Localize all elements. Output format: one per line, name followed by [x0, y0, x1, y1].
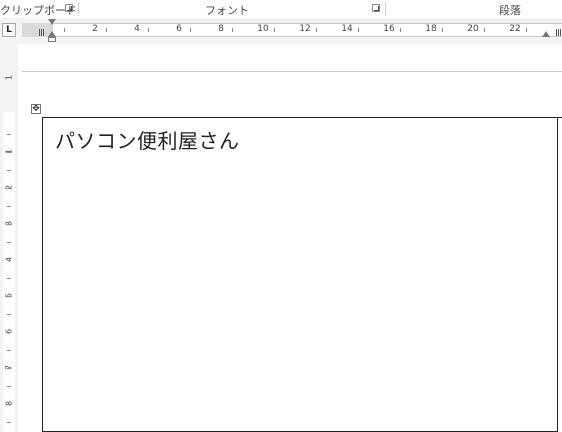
ruler-number-label: 2 [92, 24, 98, 34]
ruler-tick [148, 28, 149, 32]
vertical-ruler[interactable]: 112345678 [0, 44, 18, 432]
horizontal-ruler-area: L 2 4 6 8 10 12 14 16 18 20 22 [0, 18, 562, 44]
font-dialog-launcher-icon[interactable] [372, 4, 380, 12]
ruler-tick [358, 28, 359, 32]
vertical-ruler-tick [7, 206, 11, 207]
ruler-tick [106, 28, 107, 32]
ribbon-group-labels: クリップボード フォント 段落 [0, 0, 562, 19]
vertical-ruler-tick [7, 170, 11, 171]
vertical-ruler-tick [7, 260, 11, 261]
vertical-ruler-tick [7, 332, 11, 333]
ruler-number-label: 22 [509, 24, 521, 34]
ruler-number-label: 12 [299, 24, 311, 34]
table-column-marker-icon[interactable] [556, 29, 562, 36]
ribbon-separator [78, 2, 79, 16]
vertical-ruler-tick [7, 422, 11, 423]
ruler-number-label: 16 [383, 24, 395, 34]
ruler-tick [190, 28, 191, 32]
cell-text: パソコン便利屋さん [55, 129, 240, 153]
move-cross-icon[interactable]: ✥ [31, 104, 41, 114]
vertical-ruler-tick [7, 404, 11, 405]
table-cell[interactable]: パソコン便利屋さん [42, 117, 558, 432]
document-area: 112345678 ✥ パソコン便利屋さん [0, 44, 562, 432]
vertical-ruler-text-area [3, 112, 15, 432]
vertical-ruler-tick [7, 134, 11, 135]
ruler-number-label: 4 [134, 24, 140, 34]
vertical-ruler-number-label: 1 [4, 74, 14, 81]
page-top-boundary [22, 71, 562, 72]
ruler-number-label: 8 [218, 24, 224, 34]
ruler-number-label: 20 [467, 24, 479, 34]
vertical-ruler-tick [7, 242, 11, 243]
vertical-ruler-tick [7, 350, 11, 351]
ruler-tick [64, 28, 65, 32]
vertical-ruler-tick [7, 224, 11, 225]
ribbon-group-paragraph-label: 段落 [499, 4, 521, 17]
ruler-tick [526, 28, 527, 32]
vertical-ruler-tick [7, 278, 11, 279]
ruler-tick [442, 28, 443, 32]
ruler-number-label: 10 [257, 24, 269, 34]
clipboard-dialog-launcher-icon[interactable] [65, 4, 73, 12]
vertical-ruler-tick [7, 314, 11, 315]
tab-selector-button[interactable]: L [2, 23, 16, 37]
vertical-ruler-tick [7, 296, 11, 297]
right-indent-icon[interactable] [542, 31, 550, 37]
ruler-tick [232, 28, 233, 32]
ribbon-separator [385, 2, 386, 16]
ruler-tick [484, 28, 485, 32]
table-column-marker-icon[interactable] [39, 29, 45, 36]
ruler-number-label: 6 [176, 24, 182, 34]
table-cell-next[interactable] [558, 117, 562, 432]
ruler-tick [274, 28, 275, 32]
horizontal-ruler[interactable]: 2 4 6 8 10 12 14 16 18 20 22 [22, 23, 562, 37]
ruler-number-label: 14 [341, 24, 353, 34]
vertical-ruler-tick [7, 152, 11, 153]
left-indent-icon[interactable] [48, 37, 56, 42]
first-line-indent-icon[interactable] [48, 19, 56, 25]
ribbon-group-font-label: フォント [205, 4, 249, 17]
ruler-tick [400, 28, 401, 32]
ruler-tick [316, 28, 317, 32]
ruler-number-label: 18 [425, 24, 437, 34]
vertical-ruler-tick [7, 188, 11, 189]
vertical-ruler-tick [7, 368, 11, 369]
vertical-ruler-tick [7, 386, 11, 387]
